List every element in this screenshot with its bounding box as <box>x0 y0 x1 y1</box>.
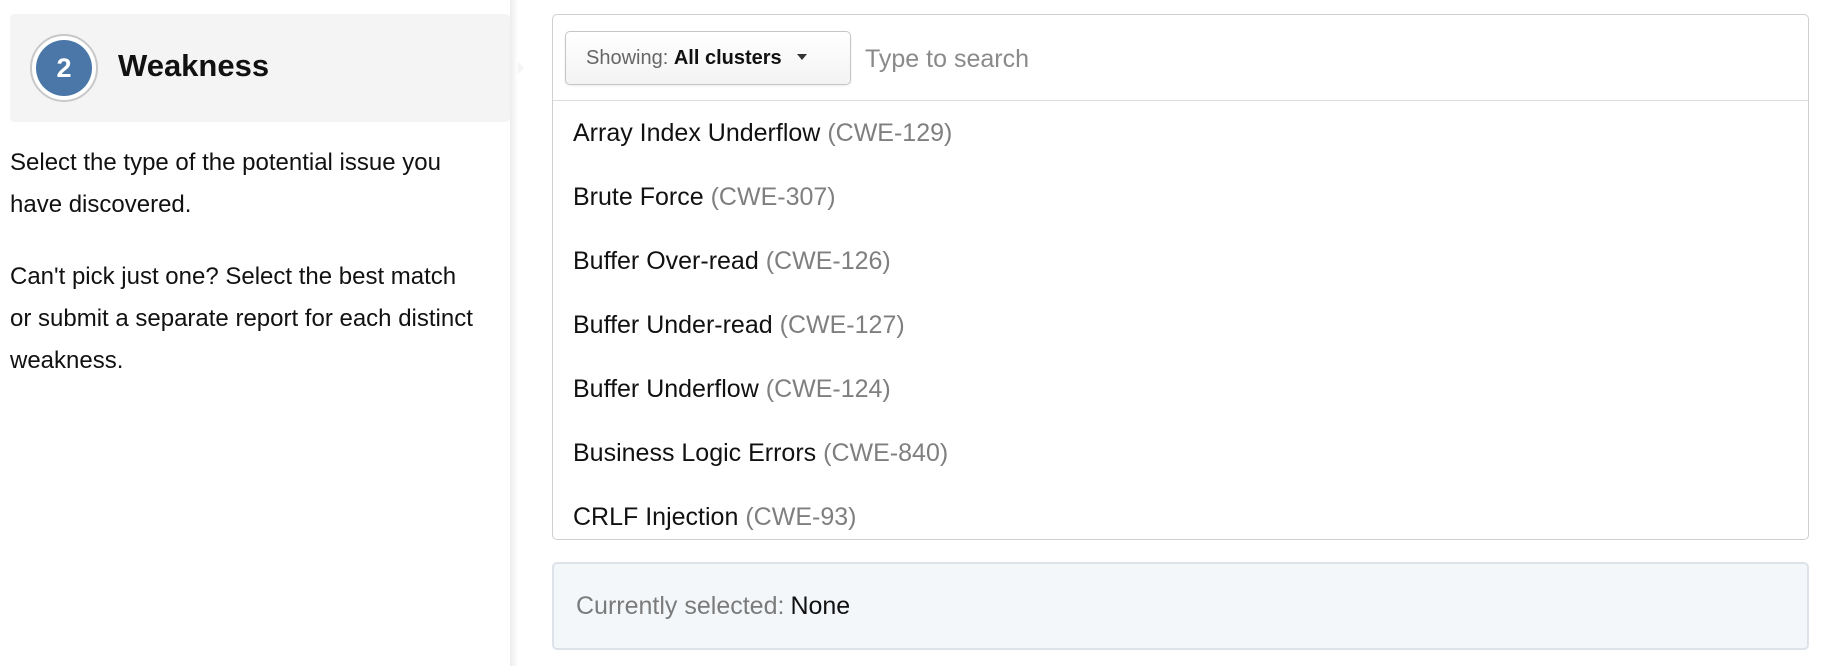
step-number: 2 <box>36 40 92 96</box>
weakness-list: Array Index Underflow (CWE-129) Brute For… <box>553 101 1808 539</box>
weakness-option[interactable]: Brute Force (CWE-307) <box>553 165 1808 229</box>
weakness-search-input[interactable] <box>865 37 1765 81</box>
weakness-option[interactable]: Buffer Over-read (CWE-126) <box>553 229 1808 293</box>
weakness-option[interactable]: CRLF Injection (CWE-93) <box>553 485 1808 539</box>
weakness-cwe-code: (CWE-126) <box>765 247 891 275</box>
weakness-cwe-code: (CWE-840) <box>823 439 949 467</box>
step-header: 2 Weakness <box>10 14 524 122</box>
weakness-picker: Showing: All clusters Array Index Underf… <box>552 14 1809 540</box>
filter-prefix: Showing: <box>586 47 669 69</box>
step-badge: 2 <box>30 34 98 102</box>
weakness-cwe-code: (CWE-127) <box>779 311 905 339</box>
weakness-name: Buffer Over-read <box>573 247 759 275</box>
weakness-name: Brute Force <box>573 183 704 211</box>
weakness-option[interactable]: Business Logic Errors (CWE-840) <box>553 421 1808 485</box>
caret-down-icon <box>797 54 808 60</box>
picker-toolbar: Showing: All clusters <box>553 15 1808 101</box>
selection-label: Currently selected: <box>576 592 785 620</box>
weakness-cwe-code: (CWE-124) <box>765 375 891 403</box>
weakness-name: Array Index Underflow <box>573 119 821 147</box>
current-selection-panel: Currently selected: None <box>552 562 1809 650</box>
weakness-name: Buffer Under-read <box>573 311 773 339</box>
weakness-option[interactable]: Buffer Under-read (CWE-127) <box>553 293 1808 357</box>
filter-value: All clusters <box>673 47 782 69</box>
weakness-cwe-code: (CWE-93) <box>745 503 857 531</box>
weakness-name: Buffer Underflow <box>573 375 759 403</box>
weakness-name: Business Logic Errors <box>573 439 817 467</box>
report-form-page: 2 Weakness Select the type of the potent… <box>0 0 1824 666</box>
weakness-name: CRLF Injection <box>573 503 739 531</box>
step-help-text: Can't pick just one? Select the best mat… <box>10 263 473 374</box>
weakness-option[interactable]: Buffer Underflow (CWE-124) <box>553 357 1808 421</box>
step-sidebar: 2 Weakness Select the type of the potent… <box>0 0 524 666</box>
step-description: Select the type of the potential issue y… <box>10 149 441 218</box>
selection-value: None <box>790 592 851 620</box>
weakness-cwe-code: (CWE-307) <box>710 183 836 211</box>
column-divider <box>510 0 518 666</box>
weakness-option[interactable]: Array Index Underflow (CWE-129) <box>553 101 1808 165</box>
cluster-filter-dropdown[interactable]: Showing: All clusters <box>565 31 851 85</box>
weakness-cwe-code: (CWE-129) <box>827 119 953 147</box>
step-title: Weakness <box>118 48 270 83</box>
